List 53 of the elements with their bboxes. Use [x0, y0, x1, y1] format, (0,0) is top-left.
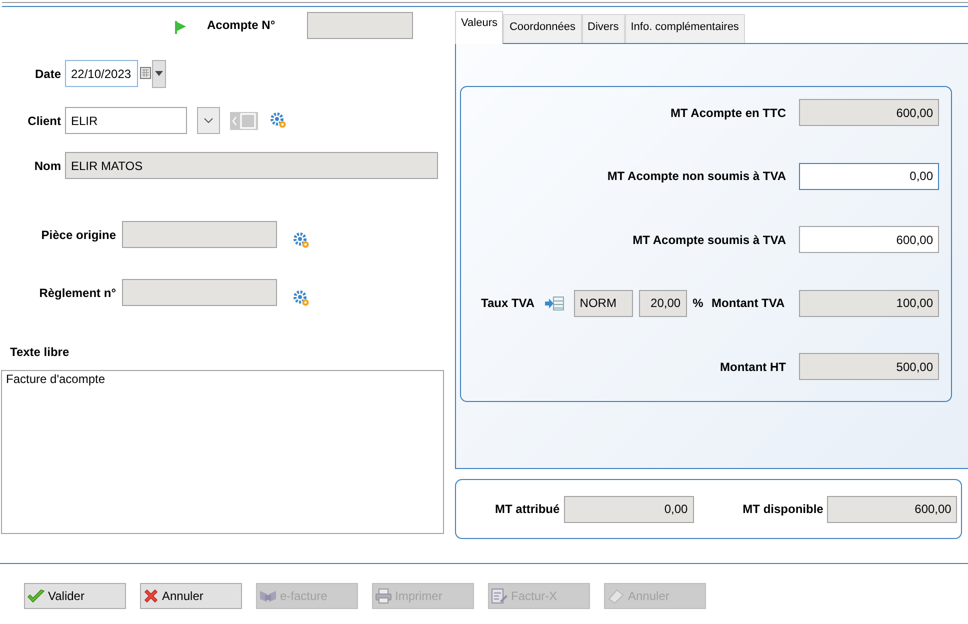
calendar-icon[interactable]: [140, 67, 152, 80]
client-field[interactable]: ELIR: [65, 107, 187, 134]
field-label: Pièce origine: [40, 228, 116, 242]
field-label: MT Acompte soumis à TVA: [632, 232, 786, 246]
check-icon: [27, 588, 45, 604]
dropdown-button[interactable]: [152, 60, 166, 88]
field-label: Texte libre: [10, 345, 70, 359]
document-pen-icon: [491, 588, 508, 604]
field-label: MT Acompte non soumis à TVA: [607, 169, 786, 183]
gear-icon[interactable]: [270, 112, 287, 129]
field-label: Montant HT: [720, 360, 786, 374]
field-label: MT attribué: [495, 502, 560, 516]
amount-field[interactable]: 600,00: [799, 99, 939, 126]
amount-field[interactable]: 0,00: [799, 162, 939, 190]
acompte-number-field[interactable]: [307, 12, 413, 39]
caret-icon: [155, 71, 163, 76]
free-text-area[interactable]: Facture d'acompte: [1, 370, 444, 534]
payment-number-field[interactable]: [122, 279, 277, 306]
field-label: MT disponible: [742, 502, 824, 516]
arrow-list-icon[interactable]: [544, 296, 564, 310]
gear-icon[interactable]: [293, 232, 310, 249]
printer-icon: [375, 588, 392, 604]
vat-code-field[interactable]: NORM: [574, 290, 633, 316]
cross-icon: [143, 588, 159, 604]
field-label: Nom: [33, 158, 61, 172]
tab[interactable]: Info. complémentaires: [624, 14, 745, 43]
field-label: Règlement n°: [38, 286, 116, 300]
vat-rate-field[interactable]: 20,00: [638, 290, 687, 316]
source-document-field[interactable]: [122, 221, 277, 248]
field-label: Date: [34, 66, 61, 80]
field-label: Acompte N°: [207, 18, 276, 32]
eraser-icon: [607, 588, 625, 604]
amount-field[interactable]: 600,00: [799, 226, 939, 253]
field-label: Montant TVA: [712, 296, 786, 310]
amount-field[interactable]: 500,00: [799, 353, 939, 380]
action-button[interactable]: Annuler: [140, 583, 242, 609]
field-label: Client: [26, 114, 61, 128]
tab[interactable]: Coordonnées: [503, 14, 582, 43]
name-field[interactable]: ELIR MATOS: [65, 152, 438, 179]
chevron-icon: [204, 118, 213, 123]
date-field[interactable]: 22/10/2023: [65, 60, 138, 87]
action-button[interactable]: Valider: [24, 583, 126, 609]
amount-field[interactable]: 0,00: [564, 496, 694, 522]
flag-icon: [175, 20, 187, 34]
tab[interactable]: Divers: [582, 14, 625, 43]
amount-field[interactable]: 100,00: [799, 290, 939, 316]
gear-icon[interactable]: [293, 290, 310, 307]
tab[interactable]: Valeurs: [455, 11, 504, 44]
amount-field[interactable]: 600,00: [827, 496, 958, 522]
field-label: MT Acompte en TTC: [670, 106, 786, 120]
field-label: Taux TVA: [481, 296, 536, 310]
percent-label: %: [692, 296, 704, 310]
toggle-icon[interactable]: [230, 112, 258, 130]
